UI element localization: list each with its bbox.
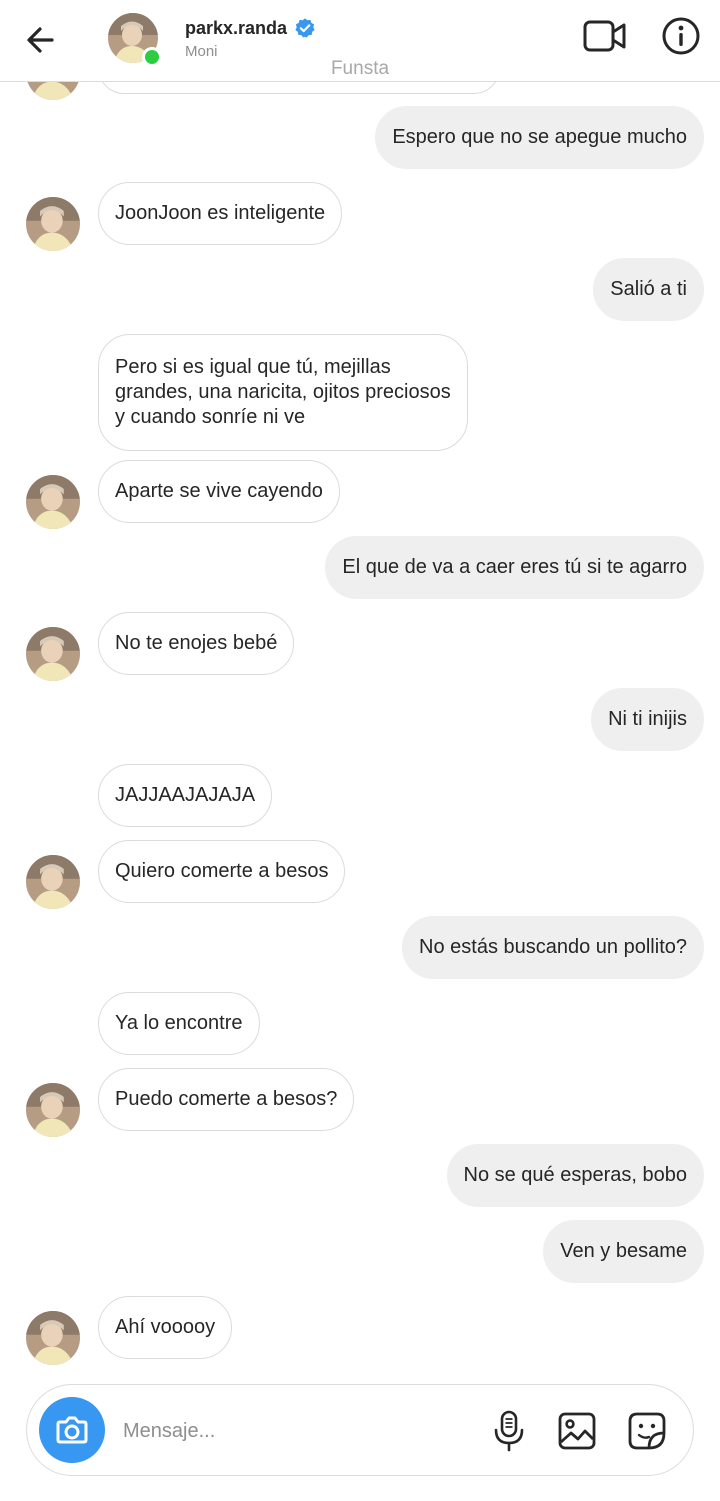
sticker-button[interactable] xyxy=(627,1411,667,1451)
contact-avatar xyxy=(26,475,80,529)
message-bubble-incoming[interactable]: Quiero comerte a besos xyxy=(98,840,346,903)
message-bubble-outgoing[interactable]: Ven y besame xyxy=(543,1220,704,1283)
message-bubble-incoming[interactable]: Ahí vooooy xyxy=(98,1296,233,1359)
video-camera-icon xyxy=(583,20,626,52)
verified-badge-icon xyxy=(295,18,315,38)
sticker-icon xyxy=(628,1412,666,1450)
contact-avatar xyxy=(26,627,80,681)
message-bubble-incoming[interactable]: No te enojes bebé xyxy=(98,612,295,675)
camera-button[interactable] xyxy=(39,1397,105,1463)
chat-username[interactable]: parkx.randa xyxy=(185,18,287,39)
contact-avatar xyxy=(26,1083,80,1137)
message-bubble-outgoing[interactable]: No estás buscando un pollito? xyxy=(402,916,704,979)
message-bubble-outgoing[interactable]: No se qué esperas, bobo xyxy=(446,1144,704,1207)
info-icon xyxy=(662,17,700,55)
message-bubble-incoming[interactable]: JAJJAAJAJAJA xyxy=(98,764,273,827)
message-composer xyxy=(26,1384,694,1476)
contact-avatar xyxy=(26,1311,80,1365)
message-bubble-incoming[interactable]: Ya lo encontre xyxy=(98,992,260,1055)
video-call-button[interactable] xyxy=(583,18,627,54)
arrow-left-icon xyxy=(27,27,54,53)
image-gallery-icon xyxy=(558,1412,596,1450)
message-input[interactable] xyxy=(123,1411,473,1451)
message-bubble-incoming[interactable]: Puedo comerte a besos? xyxy=(98,1068,355,1131)
message-bubble-incoming[interactable]: Aparte se vive cayendo xyxy=(98,460,340,523)
message-bubble-outgoing[interactable]: Salió a ti xyxy=(593,258,704,321)
message-bubble-incoming[interactable]: JoonJoon es inteligente xyxy=(98,182,343,245)
contact-avatar xyxy=(26,197,80,251)
message-bubble-outgoing[interactable]: El que de va a caer eres tú si te agarro xyxy=(325,536,704,599)
contact-avatar xyxy=(26,855,80,909)
message-bubble-incoming[interactable]: Pero si es igual que tú, mejillas grande… xyxy=(98,334,468,451)
message-bubble-outgoing[interactable]: Espero que no se apegue mucho xyxy=(375,106,704,169)
voice-message-button[interactable] xyxy=(489,1409,529,1453)
message-bubble-outgoing[interactable]: Ni ti inijis xyxy=(591,688,704,751)
camera-icon xyxy=(56,1416,88,1444)
gallery-button[interactable] xyxy=(557,1411,597,1451)
info-button[interactable] xyxy=(661,16,701,56)
chat-context-label: Funsta xyxy=(330,58,390,79)
back-button[interactable] xyxy=(22,20,62,60)
microphone-icon xyxy=(494,1410,524,1452)
